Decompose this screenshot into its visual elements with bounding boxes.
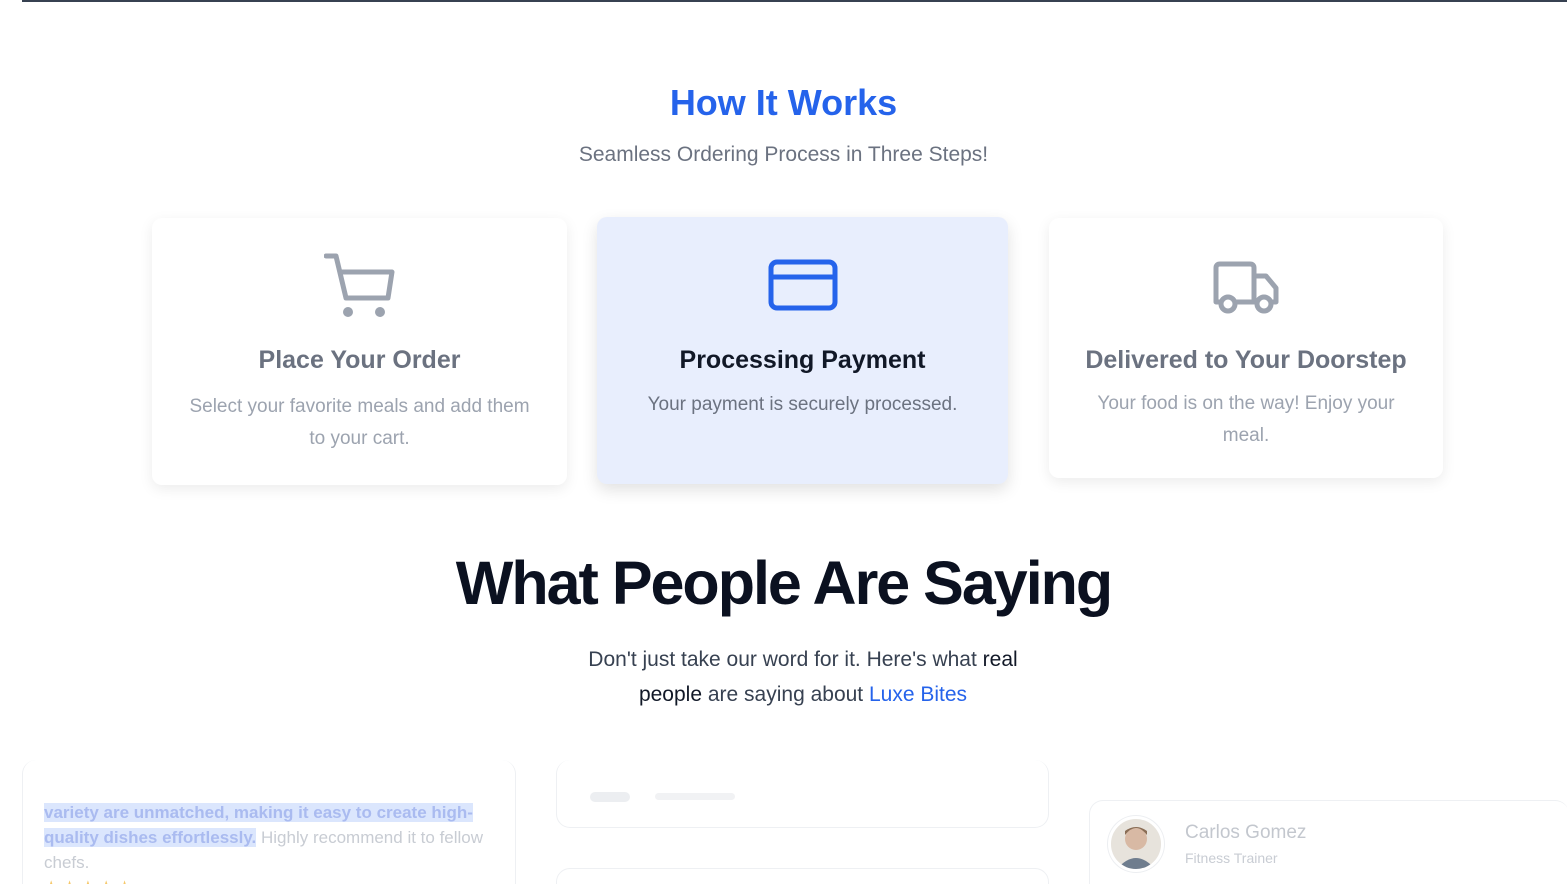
rating-stars: ★★★★★ xyxy=(44,877,136,884)
reviewer-name: Carlos Gomez xyxy=(1185,822,1307,843)
step-description: Your payment is securely processed. xyxy=(647,394,958,415)
step-card-place-order[interactable]: Place Your Order Select your favorite me… xyxy=(152,218,567,485)
how-it-works-subtitle: Seamless Ordering Process in Three Steps… xyxy=(578,143,989,166)
testimonials-title: What People Are Saying xyxy=(455,549,1113,617)
step-title: Delivered to Your Doorstep xyxy=(1085,346,1407,374)
testimonial-card xyxy=(556,868,1049,884)
testimonial-card xyxy=(556,760,1049,828)
faded-text xyxy=(655,793,735,800)
credit-card-icon xyxy=(597,259,1008,313)
step-title: Processing Payment xyxy=(679,346,926,374)
faded-avatar xyxy=(590,792,630,802)
cart-icon xyxy=(152,250,567,322)
testimonials-subtitle: Don't just take our word for it. Here's … xyxy=(583,642,1023,712)
top-divider xyxy=(22,0,1567,2)
how-it-works-title: How It Works xyxy=(669,82,898,123)
avatar xyxy=(1108,816,1164,872)
step-card-delivered[interactable]: Delivered to Your Doorstep Your food is … xyxy=(1049,218,1443,478)
truck-icon xyxy=(1049,260,1443,316)
subtitle-text: Don't just take our word for it. Here's … xyxy=(588,648,977,671)
step-title: Place Your Order xyxy=(258,346,461,374)
brand-link[interactable]: Luxe Bites xyxy=(869,683,967,706)
step-card-processing-payment[interactable]: Processing Payment Your payment is secur… xyxy=(597,217,1008,484)
reviewer-role: Fitness Trainer xyxy=(1185,850,1278,866)
step-description: Select your favorite meals and add them … xyxy=(189,396,530,449)
subtitle-text: are saying about xyxy=(707,683,864,706)
testimonial-quote: variety are unmatched, making it easy to… xyxy=(44,800,499,875)
step-description: Your food is on the way! Enjoy your meal… xyxy=(1097,393,1395,446)
